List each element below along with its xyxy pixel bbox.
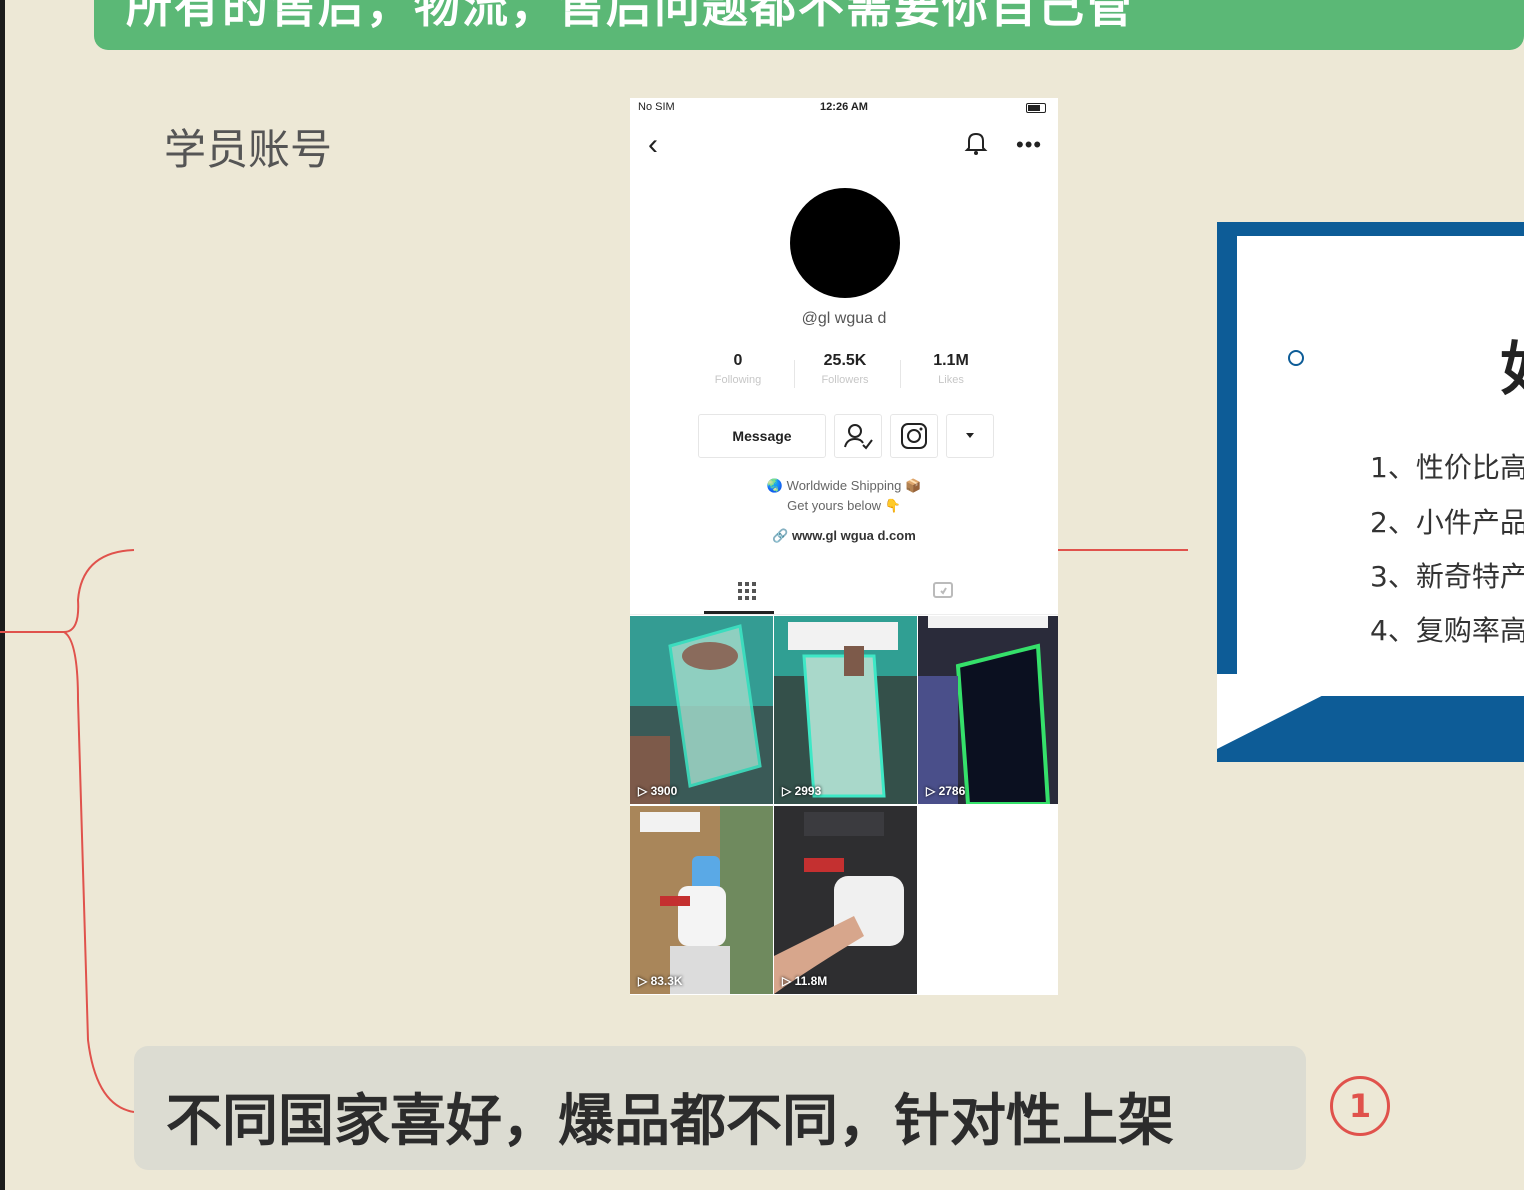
active-tab-indicator	[704, 611, 774, 614]
video-thumbnail[interactable]: 3900	[630, 616, 773, 804]
card-item: 2、小件产品	[1370, 506, 1524, 539]
card-item: 3、新奇特产	[1370, 560, 1524, 593]
bracket-connector-lower	[63, 631, 135, 1113]
card-item: 4、复购率高	[1370, 614, 1524, 647]
bio-text-2: Get yours below	[787, 498, 882, 513]
view-count: 83.3K	[638, 974, 683, 988]
card-item: 1、性价比高	[1370, 451, 1524, 484]
connector-node-icon	[1288, 350, 1304, 366]
bio-line-2: Get yours below 👇	[787, 498, 901, 513]
video-thumbnail[interactable]: 2786	[918, 616, 1058, 804]
profile-link-text: www.gl wgua d.com	[792, 528, 916, 543]
bracket-connector	[0, 549, 135, 633]
info-card-decoration	[1217, 674, 1365, 749]
stat-followers: 25.5K Followers	[795, 352, 895, 386]
view-count: 2993	[782, 784, 822, 798]
video-thumbnail-image	[630, 806, 773, 994]
video-thumbnail-image	[774, 806, 917, 994]
stat-label: Likes	[938, 374, 964, 386]
video-thumbnail[interactable]: 2993	[774, 616, 917, 804]
stat-value: 25.5K	[823, 352, 867, 369]
profile-tab-bar	[630, 568, 1058, 615]
info-card	[1217, 222, 1524, 762]
instagram-button[interactable]	[890, 414, 938, 458]
status-time: 12:26 AM	[820, 101, 868, 113]
stat-value: 1.1M	[933, 352, 969, 369]
liked-tab-icon[interactable]	[932, 580, 954, 600]
status-bar: No SIM 12:26 AM	[630, 98, 1058, 118]
profile-username: @gl wgua d	[801, 310, 887, 327]
video-thumbnail[interactable]: 11.8M	[774, 806, 917, 994]
instagram-icon	[901, 423, 927, 449]
view-count: 2786	[926, 784, 966, 798]
stat-following: 0 Following	[688, 352, 788, 386]
caption-box: 不同国家喜好，爆品都不同，针对性上架	[134, 1046, 1306, 1170]
stat-value: 0	[733, 352, 743, 369]
number-badge: 1	[1330, 1076, 1390, 1136]
card-title-fragment: 如	[1500, 322, 1524, 406]
stat-label: Followers	[821, 374, 869, 386]
bio-text-1: Worldwide Shipping	[786, 478, 902, 493]
follow-user-button[interactable]	[834, 414, 882, 458]
battery-icon	[1026, 103, 1046, 113]
view-count: 11.8M	[782, 974, 828, 988]
grid-tab-icon[interactable]	[736, 580, 758, 602]
add-user-icon	[844, 424, 873, 450]
bell-icon[interactable]	[964, 130, 988, 156]
avatar	[790, 188, 900, 298]
message-button[interactable]: Message	[698, 414, 826, 458]
phone-screenshot: No SIM 12:26 AM ‹ ••• @gl wgua d 0 Follo…	[630, 98, 1058, 995]
view-count: 3900	[638, 784, 678, 798]
bio-line-1: 🌏 Worldwide Shipping 📦	[766, 478, 922, 493]
more-dropdown-button[interactable]	[946, 414, 994, 458]
stat-label: Following	[714, 374, 762, 386]
stat-likes: 1.1M Likes	[901, 352, 1001, 386]
video-thumbnail[interactable]: 83.3K	[630, 806, 773, 994]
caption-text: 不同国家喜好，爆品都不同，针对性上架	[166, 1089, 1174, 1154]
video-thumbnail-image	[774, 616, 917, 804]
video-thumbnail-image	[630, 616, 773, 804]
back-icon[interactable]: ‹	[648, 130, 658, 160]
more-icon[interactable]: •••	[1016, 132, 1042, 158]
video-thumbnail-image	[918, 616, 1058, 804]
caret-down-icon	[966, 433, 974, 438]
profile-link[interactable]: 🔗 www.gl wgua d.com	[630, 526, 1058, 546]
